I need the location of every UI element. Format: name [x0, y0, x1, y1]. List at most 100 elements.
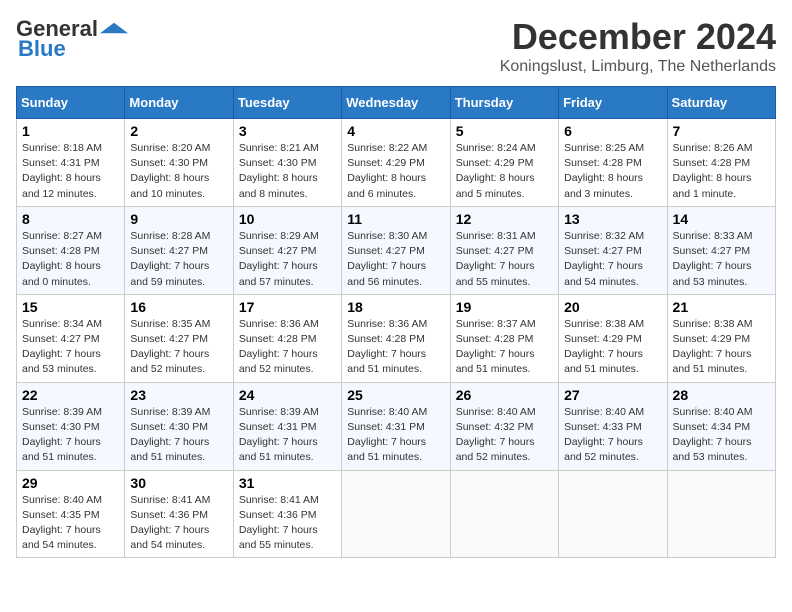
- day-info: Sunrise: 8:26 AM Sunset: 4:28 PM Dayligh…: [673, 141, 770, 202]
- day-info: Sunrise: 8:31 AM Sunset: 4:27 PM Dayligh…: [456, 229, 553, 290]
- day-info: Sunrise: 8:39 AM Sunset: 4:31 PM Dayligh…: [239, 405, 336, 466]
- weekday-header-friday: Friday: [559, 87, 667, 119]
- day-info: Sunrise: 8:20 AM Sunset: 4:30 PM Dayligh…: [130, 141, 227, 202]
- day-info: Sunrise: 8:25 AM Sunset: 4:28 PM Dayligh…: [564, 141, 661, 202]
- calendar-cell: 28 Sunrise: 8:40 AM Sunset: 4:34 PM Dayl…: [667, 382, 775, 470]
- calendar-cell: 20 Sunrise: 8:38 AM Sunset: 4:29 PM Dayl…: [559, 294, 667, 382]
- calendar-cell: 22 Sunrise: 8:39 AM Sunset: 4:30 PM Dayl…: [17, 382, 125, 470]
- calendar-table: SundayMondayTuesdayWednesdayThursdayFrid…: [16, 86, 776, 558]
- day-number: 30: [130, 475, 227, 491]
- calendar-cell: 29 Sunrise: 8:40 AM Sunset: 4:35 PM Dayl…: [17, 470, 125, 558]
- day-number: 18: [347, 299, 444, 315]
- calendar-cell: 18 Sunrise: 8:36 AM Sunset: 4:28 PM Dayl…: [342, 294, 450, 382]
- calendar-cell: 15 Sunrise: 8:34 AM Sunset: 4:27 PM Dayl…: [17, 294, 125, 382]
- calendar-cell: 31 Sunrise: 8:41 AM Sunset: 4:36 PM Dayl…: [233, 470, 341, 558]
- logo: General Blue: [16, 16, 128, 62]
- day-number: 20: [564, 299, 661, 315]
- header: General Blue December 2024 Koningslust, …: [16, 16, 776, 76]
- day-info: Sunrise: 8:36 AM Sunset: 4:28 PM Dayligh…: [239, 317, 336, 378]
- calendar-cell: 23 Sunrise: 8:39 AM Sunset: 4:30 PM Dayl…: [125, 382, 233, 470]
- day-number: 2: [130, 123, 227, 139]
- calendar-cell: 14 Sunrise: 8:33 AM Sunset: 4:27 PM Dayl…: [667, 206, 775, 294]
- day-number: 3: [239, 123, 336, 139]
- calendar-cell: 12 Sunrise: 8:31 AM Sunset: 4:27 PM Dayl…: [450, 206, 558, 294]
- day-info: Sunrise: 8:38 AM Sunset: 4:29 PM Dayligh…: [673, 317, 770, 378]
- calendar-cell: [559, 470, 667, 558]
- calendar-cell: 5 Sunrise: 8:24 AM Sunset: 4:29 PM Dayli…: [450, 119, 558, 207]
- day-info: Sunrise: 8:40 AM Sunset: 4:32 PM Dayligh…: [456, 405, 553, 466]
- calendar-cell: 30 Sunrise: 8:41 AM Sunset: 4:36 PM Dayl…: [125, 470, 233, 558]
- day-info: Sunrise: 8:40 AM Sunset: 4:33 PM Dayligh…: [564, 405, 661, 466]
- calendar-cell: 17 Sunrise: 8:36 AM Sunset: 4:28 PM Dayl…: [233, 294, 341, 382]
- day-number: 22: [22, 387, 119, 403]
- day-number: 1: [22, 123, 119, 139]
- calendar-cell: [450, 470, 558, 558]
- weekday-header-wednesday: Wednesday: [342, 87, 450, 119]
- day-number: 5: [456, 123, 553, 139]
- day-number: 19: [456, 299, 553, 315]
- day-number: 11: [347, 211, 444, 227]
- day-info: Sunrise: 8:21 AM Sunset: 4:30 PM Dayligh…: [239, 141, 336, 202]
- day-info: Sunrise: 8:39 AM Sunset: 4:30 PM Dayligh…: [130, 405, 227, 466]
- day-number: 4: [347, 123, 444, 139]
- day-number: 15: [22, 299, 119, 315]
- day-number: 12: [456, 211, 553, 227]
- weekday-header-saturday: Saturday: [667, 87, 775, 119]
- day-number: 29: [22, 475, 119, 491]
- calendar-cell: 21 Sunrise: 8:38 AM Sunset: 4:29 PM Dayl…: [667, 294, 775, 382]
- day-info: Sunrise: 8:40 AM Sunset: 4:31 PM Dayligh…: [347, 405, 444, 466]
- day-number: 25: [347, 387, 444, 403]
- calendar-cell: 4 Sunrise: 8:22 AM Sunset: 4:29 PM Dayli…: [342, 119, 450, 207]
- day-info: Sunrise: 8:36 AM Sunset: 4:28 PM Dayligh…: [347, 317, 444, 378]
- calendar-cell: 16 Sunrise: 8:35 AM Sunset: 4:27 PM Dayl…: [125, 294, 233, 382]
- logo-blue-text: Blue: [18, 36, 66, 62]
- day-number: 31: [239, 475, 336, 491]
- calendar-cell: 10 Sunrise: 8:29 AM Sunset: 4:27 PM Dayl…: [233, 206, 341, 294]
- day-info: Sunrise: 8:18 AM Sunset: 4:31 PM Dayligh…: [22, 141, 119, 202]
- day-number: 17: [239, 299, 336, 315]
- day-info: Sunrise: 8:41 AM Sunset: 4:36 PM Dayligh…: [239, 493, 336, 554]
- day-number: 13: [564, 211, 661, 227]
- day-number: 8: [22, 211, 119, 227]
- calendar-cell: 26 Sunrise: 8:40 AM Sunset: 4:32 PM Dayl…: [450, 382, 558, 470]
- weekday-header-thursday: Thursday: [450, 87, 558, 119]
- calendar-cell: 2 Sunrise: 8:20 AM Sunset: 4:30 PM Dayli…: [125, 119, 233, 207]
- day-info: Sunrise: 8:29 AM Sunset: 4:27 PM Dayligh…: [239, 229, 336, 290]
- calendar-cell: 24 Sunrise: 8:39 AM Sunset: 4:31 PM Dayl…: [233, 382, 341, 470]
- weekday-header-sunday: Sunday: [17, 87, 125, 119]
- day-info: Sunrise: 8:40 AM Sunset: 4:35 PM Dayligh…: [22, 493, 119, 554]
- location-title: Koningslust, Limburg, The Netherlands: [500, 58, 776, 76]
- calendar-cell: 1 Sunrise: 8:18 AM Sunset: 4:31 PM Dayli…: [17, 119, 125, 207]
- day-number: 24: [239, 387, 336, 403]
- day-number: 23: [130, 387, 227, 403]
- calendar-cell: [342, 470, 450, 558]
- day-number: 21: [673, 299, 770, 315]
- day-info: Sunrise: 8:24 AM Sunset: 4:29 PM Dayligh…: [456, 141, 553, 202]
- title-area: December 2024 Koningslust, Limburg, The …: [500, 16, 776, 76]
- day-number: 26: [456, 387, 553, 403]
- calendar-cell: 7 Sunrise: 8:26 AM Sunset: 4:28 PM Dayli…: [667, 119, 775, 207]
- day-info: Sunrise: 8:39 AM Sunset: 4:30 PM Dayligh…: [22, 405, 119, 466]
- day-info: Sunrise: 8:41 AM Sunset: 4:36 PM Dayligh…: [130, 493, 227, 554]
- day-info: Sunrise: 8:30 AM Sunset: 4:27 PM Dayligh…: [347, 229, 444, 290]
- calendar-cell: 27 Sunrise: 8:40 AM Sunset: 4:33 PM Dayl…: [559, 382, 667, 470]
- calendar-cell: 6 Sunrise: 8:25 AM Sunset: 4:28 PM Dayli…: [559, 119, 667, 207]
- day-info: Sunrise: 8:40 AM Sunset: 4:34 PM Dayligh…: [673, 405, 770, 466]
- day-number: 27: [564, 387, 661, 403]
- day-number: 9: [130, 211, 227, 227]
- calendar-cell: 8 Sunrise: 8:27 AM Sunset: 4:28 PM Dayli…: [17, 206, 125, 294]
- day-number: 16: [130, 299, 227, 315]
- weekday-header-tuesday: Tuesday: [233, 87, 341, 119]
- day-info: Sunrise: 8:34 AM Sunset: 4:27 PM Dayligh…: [22, 317, 119, 378]
- calendar-cell: 25 Sunrise: 8:40 AM Sunset: 4:31 PM Dayl…: [342, 382, 450, 470]
- day-info: Sunrise: 8:37 AM Sunset: 4:28 PM Dayligh…: [456, 317, 553, 378]
- calendar-cell: 13 Sunrise: 8:32 AM Sunset: 4:27 PM Dayl…: [559, 206, 667, 294]
- day-info: Sunrise: 8:32 AM Sunset: 4:27 PM Dayligh…: [564, 229, 661, 290]
- day-number: 14: [673, 211, 770, 227]
- day-info: Sunrise: 8:28 AM Sunset: 4:27 PM Dayligh…: [130, 229, 227, 290]
- month-title: December 2024: [500, 16, 776, 58]
- day-info: Sunrise: 8:33 AM Sunset: 4:27 PM Dayligh…: [673, 229, 770, 290]
- day-number: 6: [564, 123, 661, 139]
- day-info: Sunrise: 8:35 AM Sunset: 4:27 PM Dayligh…: [130, 317, 227, 378]
- logo-arrow-icon: [100, 21, 128, 35]
